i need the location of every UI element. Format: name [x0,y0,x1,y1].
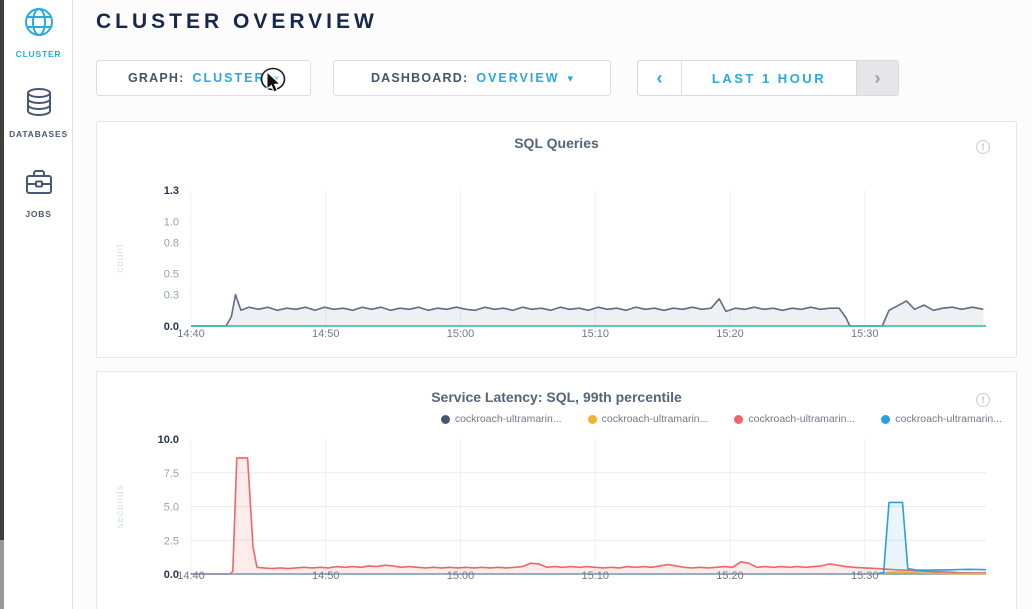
database-icon [23,105,55,122]
svg-text:15:10: 15:10 [581,328,609,340]
service-latency-panel: Service Latency: SQL, 99th percentile ! … [96,371,1017,609]
sidebar-item-label: DATABASES [4,129,73,139]
svg-text:seconds: seconds [115,484,126,528]
time-range-label[interactable]: LAST 1 HOUR [682,61,856,95]
svg-text:10.0: 10.0 [158,434,179,446]
svg-text:14:40: 14:40 [177,328,205,340]
svg-text:0.8: 0.8 [164,237,179,249]
svg-text:14:50: 14:50 [312,570,340,582]
svg-text:2.5: 2.5 [164,535,179,547]
svg-text:15:20: 15:20 [716,570,744,582]
svg-text:count: count [115,243,126,272]
chevron-down-icon: ▾ [568,72,574,85]
svg-text:0.3: 0.3 [164,290,179,302]
dashboard-dropdown-label: DASHBOARD: [371,71,468,85]
sidebar-item-cluster[interactable]: CLUSTER [4,6,73,59]
svg-text:15:30: 15:30 [851,570,879,582]
svg-text:15:30: 15:30 [851,328,879,340]
cluster-overview-page: { "sidebar": { "items": [ { "label": "CL… [0,0,1032,609]
sidebar: CLUSTER DATABASES [4,0,73,609]
sql-queries-panel: SQL Queries ! 1.31.00.80.50.30.014:4014:… [96,121,1017,358]
dashboard-dropdown-value: OVERVIEW [476,71,559,85]
svg-text:0.5: 0.5 [164,269,179,281]
svg-text:7.5: 7.5 [164,468,179,480]
svg-text:15:00: 15:00 [447,570,475,582]
service-latency-chart[interactable]: 10.07.55.02.50.014:4014:5015:0015:1015:2… [97,372,1016,609]
graph-dropdown[interactable]: GRAPH: CLUSTER ▾ [96,60,311,96]
svg-text:15:20: 15:20 [716,328,744,340]
svg-text:1.3: 1.3 [164,185,179,197]
graph-dropdown-value: CLUSTER [192,71,265,85]
briefcase-icon [23,185,55,202]
page-title: CLUSTER OVERVIEW [96,10,378,34]
sidebar-item-label: CLUSTER [4,49,73,59]
chevron-down-icon: ▾ [274,72,280,85]
time-prev-button[interactable]: ‹ [638,61,682,95]
svg-text:15:10: 15:10 [581,570,609,582]
sql-queries-chart[interactable]: 1.31.00.80.50.30.014:4014:5015:0015:1015… [97,122,1016,357]
svg-text:1.0: 1.0 [164,216,179,228]
svg-text:14:40: 14:40 [177,570,205,582]
sidebar-item-databases[interactable]: DATABASES [4,86,73,139]
globe-icon [23,25,55,42]
sidebar-item-jobs[interactable]: JOBS [4,166,73,219]
time-next-button[interactable]: › [856,61,898,95]
dashboard-dropdown[interactable]: DASHBOARD: OVERVIEW ▾ [333,60,611,96]
svg-text:15:00: 15:00 [447,328,475,340]
graph-dropdown-label: GRAPH: [128,71,185,85]
svg-text:14:50: 14:50 [312,328,340,340]
svg-text:5.0: 5.0 [164,502,179,514]
time-range-selector: ‹ LAST 1 HOUR › [637,60,899,96]
sidebar-item-label: JOBS [4,209,73,219]
